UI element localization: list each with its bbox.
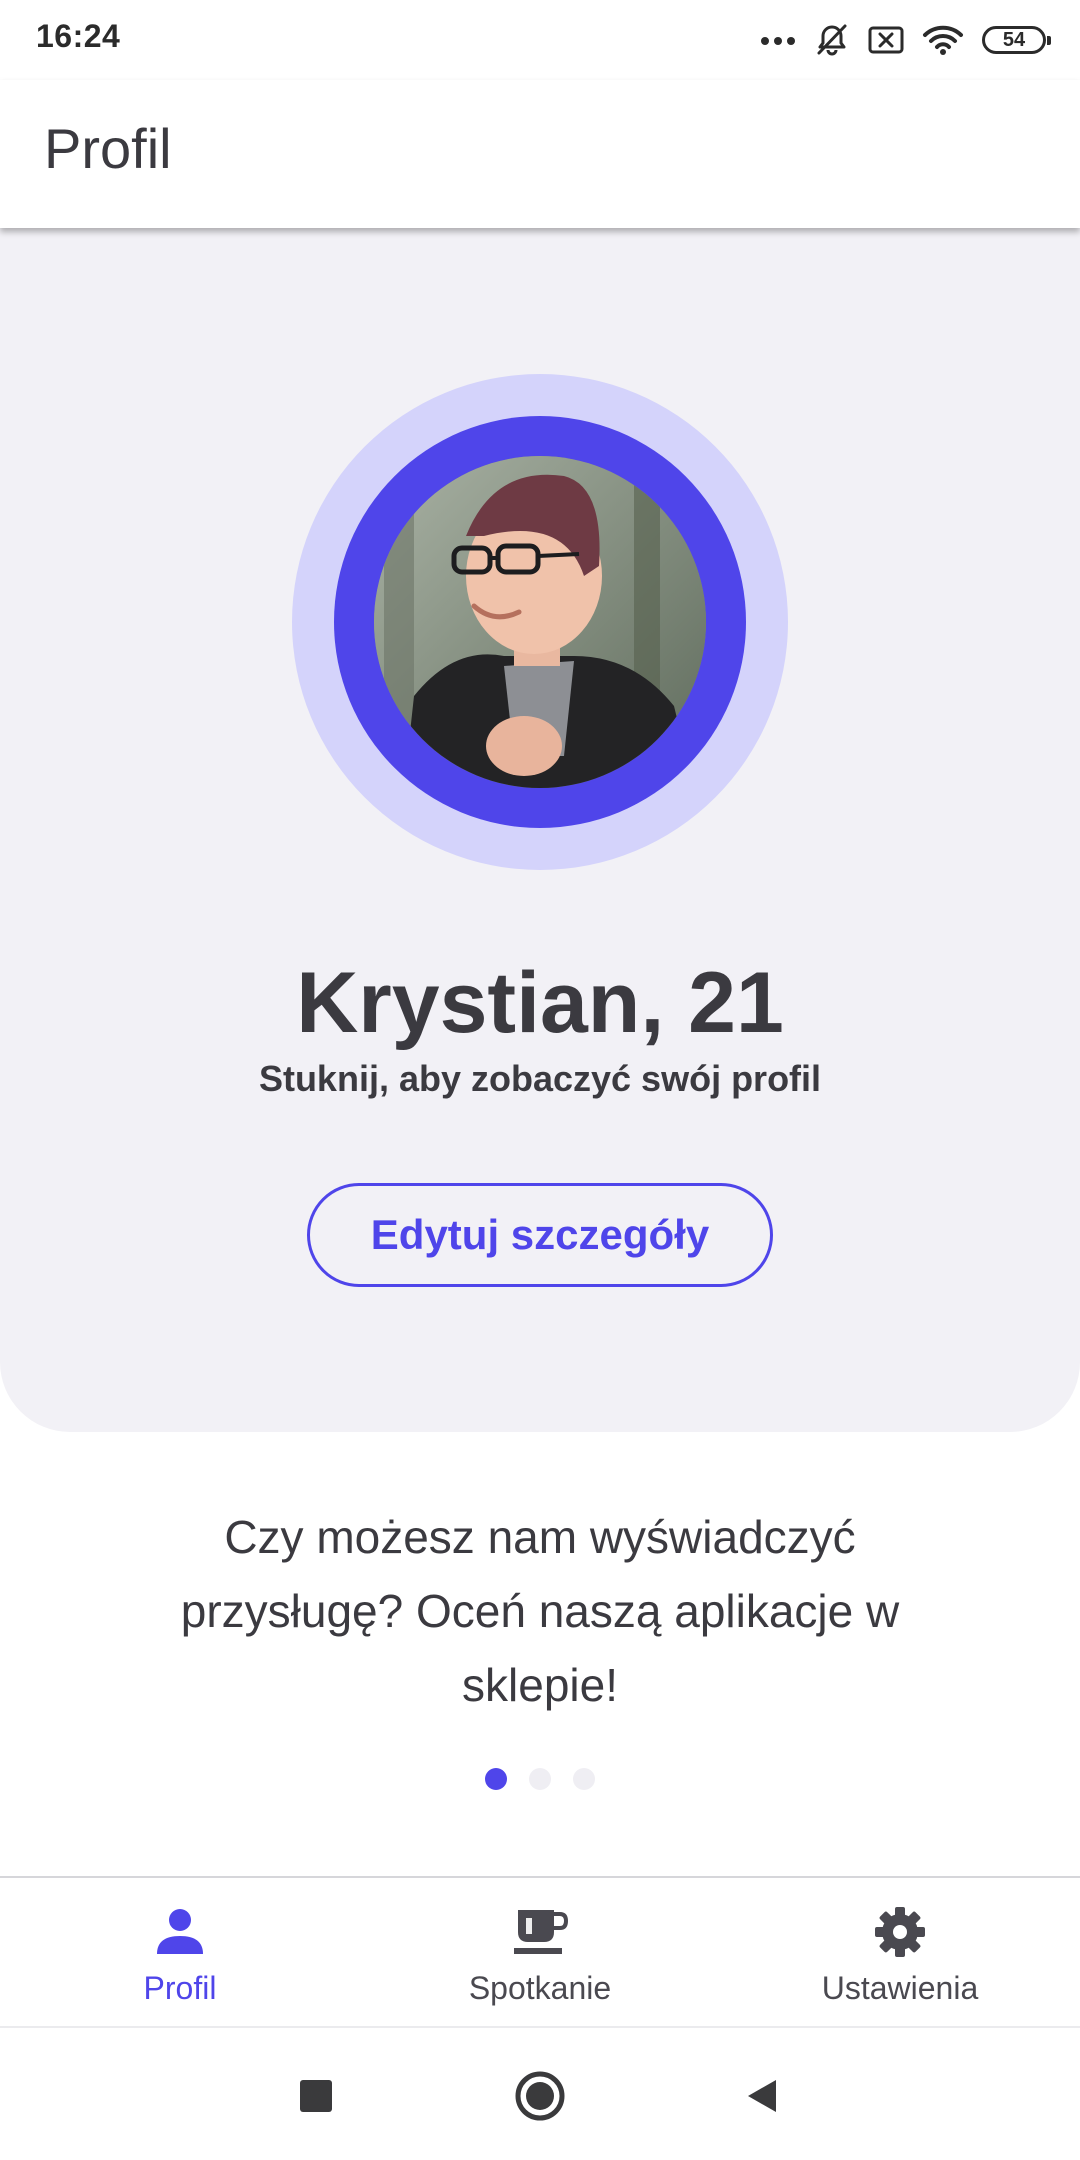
app-bar: Profil	[0, 80, 1080, 228]
nav-item-spotkanie[interactable]: Spotkanie	[360, 1878, 720, 2028]
person-icon	[154, 1904, 206, 1960]
system-navigation	[0, 2028, 1080, 2160]
back-triangle-icon[interactable]	[732, 2066, 792, 2126]
gear-icon	[873, 1904, 927, 1960]
pager-dot-1[interactable]	[485, 1768, 507, 1790]
battery-level: 54	[1002, 28, 1026, 51]
sim-off-icon	[868, 25, 904, 55]
status-bar: 16:24 54	[0, 0, 1080, 80]
rating-prompt[interactable]: Czy możesz nam wyświadczyć przysługę? Oc…	[140, 1500, 940, 1722]
wifi-icon	[922, 24, 964, 56]
pager-dots	[0, 1768, 1080, 1790]
pager-dot-3[interactable]	[573, 1768, 595, 1790]
profile-card[interactable]: Krystian, 21 Stuknij, aby zobaczyć swój …	[0, 228, 1080, 1432]
nav-item-profil[interactable]: Profil	[0, 1878, 360, 2028]
nav-item-ustawienia[interactable]: Ustawienia	[720, 1878, 1080, 2028]
coffee-icon	[512, 1904, 568, 1960]
nav-label-profil: Profil	[143, 1970, 217, 2006]
avatar-ring-inner	[334, 416, 746, 828]
avatar[interactable]	[374, 456, 706, 788]
pager-dot-2[interactable]	[529, 1768, 551, 1790]
nav-label-spotkanie: Spotkanie	[468, 1970, 612, 2006]
status-time: 16:24	[36, 18, 121, 54]
nav-label-ustawienia: Ustawienia	[821, 1970, 979, 2006]
edit-details-button[interactable]: Edytuj szczegóły	[307, 1183, 773, 1287]
notifications-off-icon	[814, 22, 850, 58]
profile-name[interactable]: Krystian, 21	[0, 954, 1080, 1053]
more-dots-icon	[760, 34, 796, 46]
avatar-ring-outer	[292, 374, 788, 870]
avatar-photo	[374, 456, 706, 788]
status-icons: 54	[760, 20, 1051, 60]
recents-square-icon[interactable]	[286, 2066, 346, 2126]
page-title: Profil	[44, 117, 172, 180]
profile-hint: Stuknij, aby zobaczyć swój profil	[258, 1058, 822, 1099]
home-circle-icon[interactable]	[510, 2066, 570, 2126]
battery-icon: 54	[982, 26, 1051, 54]
bottom-navigation: Profil Spotkanie Ustawienia	[0, 1876, 1080, 2028]
